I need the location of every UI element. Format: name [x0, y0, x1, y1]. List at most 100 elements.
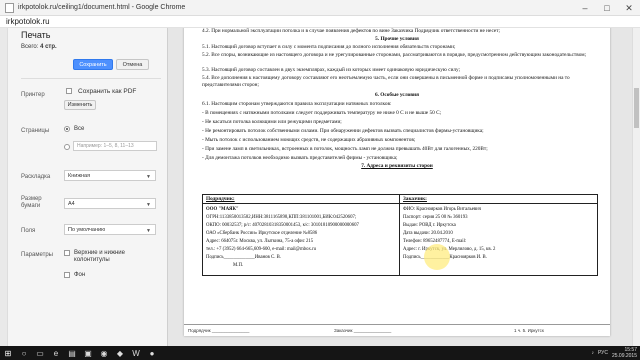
chevron-down-icon: ▼: [146, 228, 151, 234]
save-button[interactable]: Сохранить: [73, 59, 113, 70]
paper-value: A4: [68, 200, 75, 207]
document-page: 4.2. При нормальной эксплуатации потолка…: [184, 28, 610, 336]
doc-line: - Не касаться потолка колющими или режущ…: [202, 119, 342, 125]
pages-all-label: Все: [74, 126, 85, 132]
doc-line: 5.4. Все дополнения к настоящему договор…: [202, 75, 570, 88]
doc-line: - Для демонтажа потолков необходимо вызв…: [202, 155, 398, 161]
change-printer-button[interactable]: Изменить: [64, 100, 96, 110]
footer-text: Подрядчик _______________: [188, 328, 250, 333]
contractor-line: ОАО «Сбербанк России» Иркутское отделени…: [206, 231, 318, 236]
printer-label: Принтер: [21, 92, 45, 98]
task-view-icon[interactable]: ▭: [32, 346, 48, 360]
print-settings-panel: Печать Всего: 4 стр. Сохранить Отмена Пр…: [0, 28, 168, 346]
background-checkbox[interactable]: [64, 272, 70, 278]
contractor-line: М.П.: [233, 263, 244, 268]
doc-line: - В помещениях с натяжными потолками сле…: [202, 110, 442, 116]
system-tray: ♪ РУС 15:57 25.09.2015: [591, 346, 640, 360]
doc-line: 4.2. При нормальной эксплуатации потолка…: [202, 28, 501, 34]
print-title: Печать: [21, 30, 51, 40]
pages-label: Страницы: [21, 128, 50, 134]
maximize-icon[interactable]: □: [596, 0, 618, 16]
requisites-table: Подрядчик: Заказчик: ООО "МАЯК" ОГРН:113…: [202, 194, 598, 276]
footer-text: Заказчик _______________: [334, 328, 392, 333]
customer-line: Дата выдачи: 20.04.2010: [403, 231, 453, 236]
printer-value: Сохранить как PDF: [78, 88, 137, 95]
contractor-line: ОКПО: 00032537; р/с: 4070281031835000145…: [206, 223, 359, 228]
title-bar: irkpotolok.ru/ceiling1/document.html - G…: [0, 0, 640, 16]
windows-start-icon[interactable]: ⊞: [0, 346, 16, 360]
doc-line: 5.2. Все споры, возникающие из настоящег…: [202, 52, 587, 58]
background-option-label: Фон: [74, 272, 86, 278]
chrome-window: irkpotolok.ru/ceiling1/document.html - G…: [0, 0, 640, 346]
cancel-button[interactable]: Отмена: [116, 59, 149, 70]
scrollbar-thumb[interactable]: [634, 88, 639, 128]
doc-line: 5.3. Настоящий договор составлен в двух …: [202, 67, 461, 73]
pages-all-radio[interactable]: [64, 126, 70, 132]
clock-date: 25.09.2015: [611, 353, 637, 359]
table-divider: [399, 195, 400, 275]
doc-heading: 7. Адреса и реквизиты сторон: [361, 163, 433, 169]
customer-line: Выдан: РОВД г. Иркутска: [403, 223, 456, 228]
app-icon[interactable]: ●: [144, 346, 160, 360]
page-footer: Подрядчик _______________ Заказчик _____…: [184, 324, 610, 336]
doc-line: - Не ремонтировать потолок собственными …: [202, 128, 484, 134]
search-icon[interactable]: ○: [16, 346, 32, 360]
total-pages: Всего: 4 стр.: [21, 44, 57, 50]
chrome-icon[interactable]: ◉: [96, 346, 112, 360]
clock[interactable]: 15:57 25.09.2015: [612, 347, 637, 359]
print-preview: 4.2. При нормальной эксплуатации потолка…: [168, 28, 632, 346]
close-icon[interactable]: ✕: [618, 0, 640, 16]
highlight-cursor: [424, 244, 450, 270]
volume-icon[interactable]: ♪: [591, 350, 594, 356]
window-title: irkpotolok.ru/ceiling1/document.html - G…: [18, 4, 186, 11]
margins-value: По умолчанию: [68, 226, 106, 233]
language-indicator[interactable]: РУС: [598, 350, 608, 356]
contractor-line: тел.: +7 (3952) 664-665,609-600, e-mail:…: [206, 247, 317, 252]
pages-range-radio[interactable]: [64, 144, 70, 150]
margins-label: Поля: [21, 228, 36, 234]
customer-line: Паспорт: серия 25 00 № 360193: [403, 215, 468, 220]
app-icon[interactable]: ◆: [112, 346, 128, 360]
doc-heading: 5. Прочие условия: [375, 36, 419, 42]
panel-edge: [0, 28, 8, 346]
doc-line: 6.1. Настоящим сторонам утверждаются пра…: [202, 101, 392, 107]
layout-label: Раскладка: [21, 174, 51, 180]
customer-line: Адрес: г. Иркутск, ул. Мерлилово, д. 15,…: [403, 247, 496, 252]
table-divider: [203, 203, 597, 204]
file-explorer-icon[interactable]: ▤: [64, 346, 80, 360]
headers-checkbox[interactable]: [64, 250, 70, 256]
chevron-down-icon: ▼: [146, 202, 151, 208]
scrollbar[interactable]: [632, 28, 640, 346]
doc-line: 5.1. Настоящий договор вступает в силу с…: [202, 44, 456, 50]
customer-line: ФИО: Красноярков Игорь Витальевич: [403, 207, 482, 212]
total-value: 4 стр.: [40, 44, 57, 50]
customer-heading: Заказчик:: [403, 196, 427, 202]
address-bar[interactable]: irkpotolok.ru: [0, 16, 640, 28]
doc-line: - Мыть потолок с использованием моющих с…: [202, 137, 416, 143]
contractor-line: ОГРН:1133850013582,ИНН:3811165898,КПП:38…: [206, 215, 357, 220]
contractor-line: Адрес: 664075г. Москва, ул. Лыткина, 75-…: [206, 239, 314, 244]
word-icon[interactable]: W: [128, 346, 144, 360]
minimize-icon[interactable]: –: [574, 0, 596, 16]
divider: [21, 78, 161, 79]
contractor-line: ООО "МАЯК": [206, 207, 239, 212]
store-icon[interactable]: ▣: [80, 346, 96, 360]
doc-heading: 6. Особые условия: [375, 92, 419, 98]
taskbar: ⊞ ○ ▭ e ▤ ▣ ◉ ◆ W ● ♪ РУС 15:57 25.09.20…: [0, 346, 640, 360]
chevron-down-icon: ▼: [146, 174, 151, 180]
layout-value: Книжная: [68, 172, 91, 179]
margins-select[interactable]: По умолчанию ▼: [64, 224, 156, 235]
printer-pdf-icon: [66, 88, 72, 94]
edge-browser-icon[interactable]: e: [48, 346, 64, 360]
contractor-line: Подпись_____________Иванов С. В.: [206, 255, 282, 260]
pages-range-input[interactable]: Например: 1–5, 8, 11–13: [73, 141, 157, 151]
footer-text: 1 ч. 5. Иркутск: [514, 328, 544, 333]
layout-select[interactable]: Книжная ▼: [64, 170, 156, 181]
headers-option-label: Верхние и нижние колонтитулы: [74, 250, 125, 263]
total-label: Всего:: [21, 44, 39, 50]
window-controls: – □ ✕: [574, 0, 640, 16]
doc-line: - При замене ламп в светильниках, встрое…: [202, 146, 488, 152]
paper-select[interactable]: A4 ▼: [64, 198, 156, 209]
paper-label: Размер бумаги: [21, 196, 42, 209]
params-label: Параметры: [21, 252, 53, 258]
